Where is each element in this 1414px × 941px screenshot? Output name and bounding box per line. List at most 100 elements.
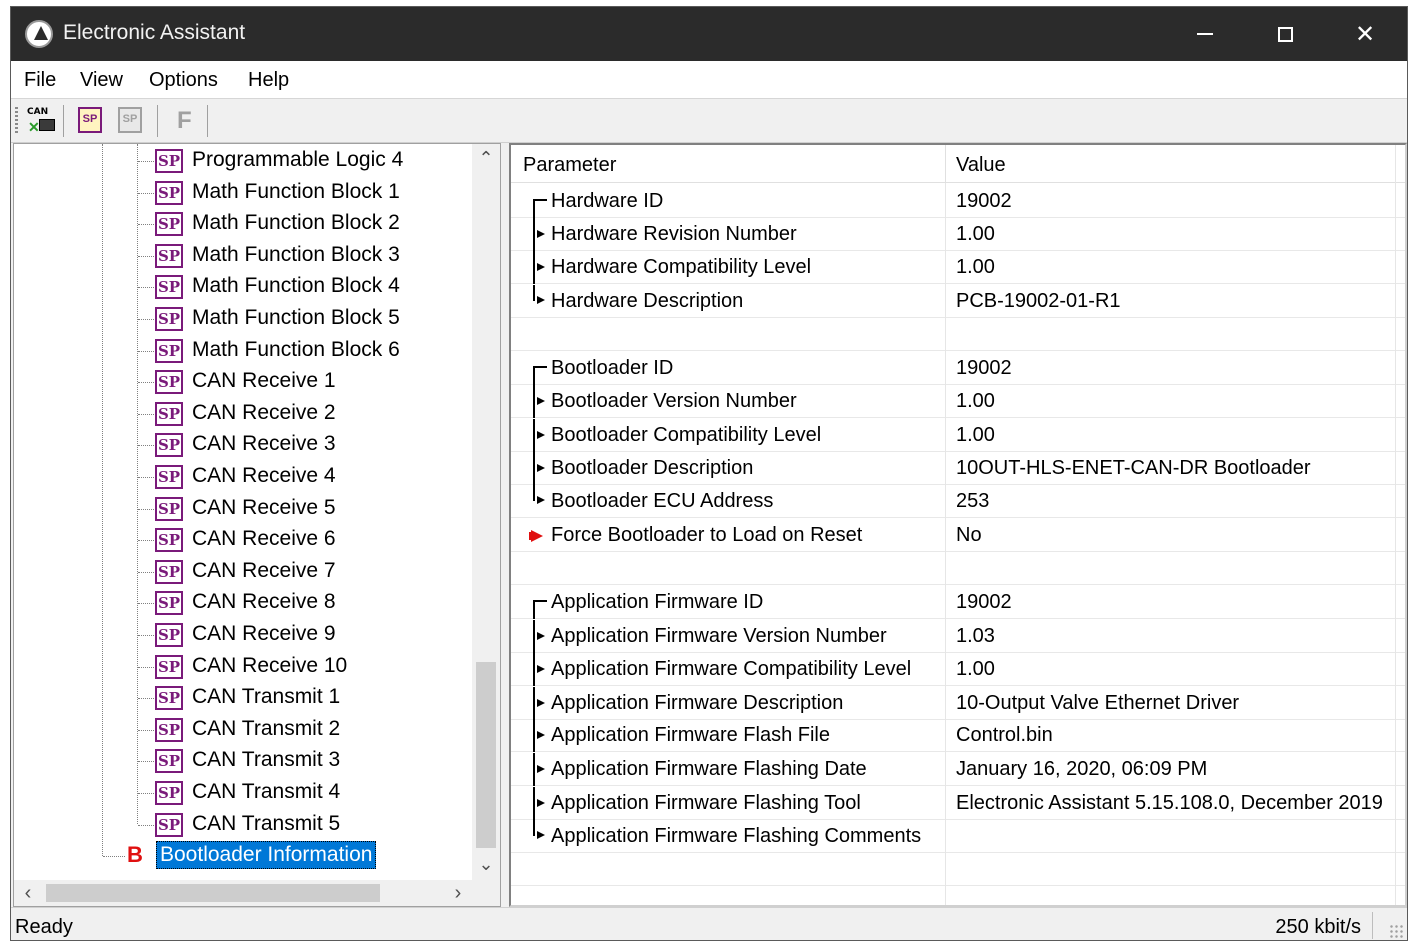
scroll-thumb[interactable] — [46, 884, 380, 902]
can-connect-button[interactable]: CAN ✕ — [25, 105, 57, 137]
parameter-value: 1.00 — [956, 223, 995, 245]
grid-row[interactable]: Bootloader Description 10OUT-HLS-ENET-CAN… — [511, 452, 1405, 485]
tree-item[interactable]: SP Math Function Block 5 — [14, 304, 474, 334]
group-start-icon — [531, 586, 551, 619]
grid-row[interactable]: Application Firmware Flashing Date Januar… — [511, 753, 1405, 786]
tree-item[interactable]: SP Programmable Logic 4 — [14, 146, 474, 176]
tree-panel: SP Programmable Logic 4 SP Math Function Bl… — [13, 143, 501, 907]
maximize-button[interactable] — [1245, 7, 1325, 61]
menu-options[interactable]: Options — [149, 69, 218, 92]
parameter-name: Application Firmware Version Number — [551, 625, 887, 647]
tree-connector — [138, 350, 154, 352]
tree-item[interactable]: SP Math Function Block 6 — [14, 336, 474, 366]
tree-item[interactable]: SP Math Function Block 2 — [14, 209, 474, 239]
grid-row[interactable]: Hardware ID 19002 — [511, 185, 1405, 218]
tree-item-label: CAN Receive 10 — [192, 653, 348, 677]
tree-item[interactable]: SP CAN Transmit 5 — [14, 810, 474, 840]
grid-row[interactable]: Force Bootloader to Load on Reset No — [511, 519, 1405, 552]
parameter-name: Application Firmware Description — [551, 692, 844, 714]
grid-row-empty[interactable] — [511, 552, 1405, 585]
scroll-left-icon[interactable]: ‹ — [14, 880, 42, 906]
tree-item[interactable]: SP CAN Transmit 4 — [14, 778, 474, 808]
tree-connector — [138, 445, 154, 447]
tree-connector — [138, 603, 154, 605]
save-setpoint-button[interactable]: SP — [115, 105, 147, 137]
tree-item[interactable]: SP CAN Receive 8 — [14, 588, 474, 618]
toolbar-grip[interactable] — [15, 107, 18, 135]
grid-row[interactable]: Application Firmware Description 10-Outpu… — [511, 687, 1405, 720]
grid-row[interactable]: Bootloader ECU Address 253 — [511, 485, 1405, 518]
grid-row-empty[interactable] — [511, 853, 1405, 886]
grid-row[interactable]: Application Firmware ID 19002 — [511, 586, 1405, 619]
tree-connector — [138, 729, 154, 731]
tree-item[interactable]: SP CAN Receive 4 — [14, 462, 474, 492]
grid-row[interactable]: Application Firmware Compatibility Level… — [511, 653, 1405, 686]
grid-row[interactable]: Hardware Description PCB-19002-01-R1 — [511, 285, 1405, 318]
tree-horizontal-scrollbar[interactable]: ‹ › — [14, 880, 472, 906]
minimize-button[interactable] — [1165, 7, 1245, 61]
flash-button[interactable]: F — [169, 105, 201, 137]
setpoint-group-icon: SP — [155, 433, 183, 458]
column-header-parameter[interactable]: Parameter — [523, 154, 616, 177]
title-bar[interactable]: Electronic Assistant ✕ — [11, 7, 1407, 61]
tree-item-label: CAN Transmit 5 — [192, 811, 341, 835]
status-divider — [1372, 912, 1373, 939]
tree-item[interactable]: SP CAN Receive 7 — [14, 557, 474, 587]
tree-connector — [138, 635, 154, 636]
menu-help[interactable]: Help — [248, 69, 289, 92]
tree-item[interactable]: SP Math Function Block 3 — [14, 241, 474, 271]
menu-file[interactable]: File — [24, 69, 56, 92]
grid-row[interactable]: Application Firmware Version Number 1.03 — [511, 620, 1405, 653]
setpoint-group-icon: SP — [155, 243, 183, 268]
grid-row-empty[interactable] — [511, 318, 1405, 351]
grid-row[interactable]: Hardware Revision Number 1.00 — [511, 218, 1405, 251]
scroll-up-icon[interactable]: ⌃ — [472, 144, 500, 172]
toolbar-separator — [207, 105, 208, 137]
tree-item[interactable]: SP CAN Receive 2 — [14, 399, 474, 429]
tree-item[interactable]: SP Math Function Block 1 — [14, 178, 474, 208]
tree-item[interactable]: SP CAN Receive 1 — [14, 367, 474, 397]
scroll-thumb[interactable] — [476, 662, 496, 848]
setpoint-group-icon: SP — [155, 623, 183, 647]
grid-row[interactable]: Application Firmware Flashing Tool Electr… — [511, 787, 1405, 820]
scroll-down-icon[interactable]: ⌄ — [472, 850, 500, 878]
menu-view[interactable]: View — [80, 69, 123, 92]
tree-item[interactable]: SP CAN Receive 9 — [14, 620, 474, 650]
tree-item-label: Programmable Logic 4 — [192, 148, 404, 171]
tree-item-label-selected: Bootloader Information — [156, 841, 377, 869]
parameter-value[interactable]: No — [956, 524, 982, 547]
tree-item[interactable]: SP CAN Receive 6 — [14, 525, 474, 555]
tree-item[interactable]: SP CAN Receive 3 — [14, 430, 474, 460]
grid-header: Parameter Value — [511, 145, 1405, 183]
tree-item-label: CAN Transmit 4 — [192, 780, 341, 803]
tree-item[interactable]: SP CAN Transmit 2 — [14, 715, 474, 745]
grid-row[interactable]: Application Firmware Flash File Control.b… — [511, 719, 1405, 752]
tree-connector — [138, 824, 154, 826]
grid-row[interactable]: Bootloader Compatibility Level 1.00 — [511, 419, 1405, 452]
tree-vertical-scrollbar[interactable]: ⌃ ⌄ — [472, 144, 500, 880]
grid-row[interactable]: Bootloader Version Number 1.00 — [511, 385, 1405, 418]
toolbar-separator — [157, 105, 158, 137]
scrollbar-corner — [472, 880, 500, 906]
setpoint-group-icon: SP — [155, 370, 183, 395]
tree-item[interactable]: SP Math Function Block 4 — [14, 272, 474, 302]
open-setpoint-button[interactable]: SP — [75, 105, 107, 137]
parameter-name: Hardware Description — [551, 290, 744, 312]
tree-item[interactable]: SP CAN Receive 10 — [14, 652, 474, 682]
grid-row[interactable]: Application Firmware Flashing Comments — [511, 820, 1405, 853]
grid-row[interactable]: Bootloader ID 19002 — [511, 352, 1405, 385]
parameter-name: Bootloader Version Number — [551, 390, 797, 412]
grid-row[interactable]: Hardware Compatibility Level 1.00 — [511, 251, 1405, 284]
close-button[interactable]: ✕ — [1325, 7, 1405, 61]
column-divider — [945, 183, 946, 905]
column-header-value[interactable]: Value — [956, 154, 1006, 177]
tree-item[interactable]: SP CAN Transmit 1 — [14, 683, 474, 713]
tree-item[interactable]: SP CAN Transmit 3 — [14, 746, 474, 776]
tree-item[interactable]: SP CAN Receive 5 — [14, 494, 474, 524]
scroll-right-icon[interactable]: › — [444, 880, 472, 906]
parameter-name: Bootloader Description — [551, 457, 754, 479]
column-divider[interactable] — [945, 145, 946, 183]
parameter-value: 253 — [956, 490, 990, 512]
tree-item-bootloader-information[interactable]: B Bootloader Information — [14, 840, 474, 872]
resize-grip-icon[interactable] — [1389, 924, 1403, 938]
